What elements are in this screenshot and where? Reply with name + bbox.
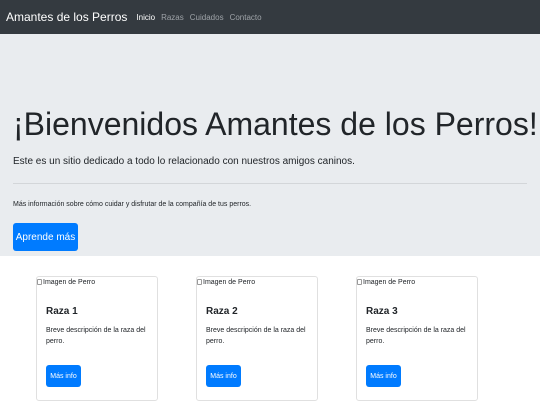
card-title: Raza 1 xyxy=(46,306,78,317)
dog-image: Imagen de Perro xyxy=(197,279,255,286)
card-title: Raza 2 xyxy=(206,306,238,317)
dog-image: Imagen de Perro xyxy=(37,279,95,286)
hero-lead: Este es un sitio dedicado a todo lo rela… xyxy=(13,156,355,167)
nav-link-contacto[interactable]: Contacto xyxy=(230,13,262,22)
hero-text: Más información sobre cómo cuidar y disf… xyxy=(13,201,252,208)
card-title: Raza 3 xyxy=(366,306,398,317)
card-text: Breve descripción de la raza del perro. xyxy=(206,327,306,345)
dog-image-alt: Imagen de Perro xyxy=(363,279,416,286)
more-info-button[interactable]: Más info xyxy=(46,365,81,387)
navbar-brand[interactable]: Amantes de los Perros xyxy=(6,10,127,24)
more-info-button[interactable]: Más info xyxy=(206,365,241,387)
hero-jumbotron: ¡Bienvenidos Amantes de los Perros! Este… xyxy=(0,34,540,256)
broken-image-icon xyxy=(357,279,362,285)
card-text: Breve descripción de la raza del perro. xyxy=(366,327,466,345)
learn-more-button[interactable]: Aprende más xyxy=(13,223,78,251)
breed-card-1: Imagen de Perro Raza 1 Breve descripción… xyxy=(36,276,158,401)
dog-image-alt: Imagen de Perro xyxy=(203,279,256,286)
top-navbar: Amantes de los Perros Inicio Razas Cuida… xyxy=(0,0,540,34)
broken-image-icon xyxy=(197,279,202,285)
nav-link-cuidados[interactable]: Cuidados xyxy=(190,13,224,22)
nav-link-inicio[interactable]: Inicio xyxy=(136,13,155,22)
card-text: Breve descripción de la raza del perro. xyxy=(46,327,146,345)
more-info-button[interactable]: Más info xyxy=(366,365,401,387)
breed-card-2: Imagen de Perro Raza 2 Breve descripción… xyxy=(196,276,318,401)
broken-image-icon xyxy=(37,279,42,285)
breed-card-3: Imagen de Perro Raza 3 Breve descripción… xyxy=(356,276,478,401)
dog-image-alt: Imagen de Perro xyxy=(43,279,96,286)
nav-link-razas[interactable]: Razas xyxy=(161,13,184,22)
hero-divider xyxy=(13,183,527,184)
dog-image: Imagen de Perro xyxy=(357,279,415,286)
hero-title: ¡Bienvenidos Amantes de los Perros! xyxy=(13,106,538,142)
